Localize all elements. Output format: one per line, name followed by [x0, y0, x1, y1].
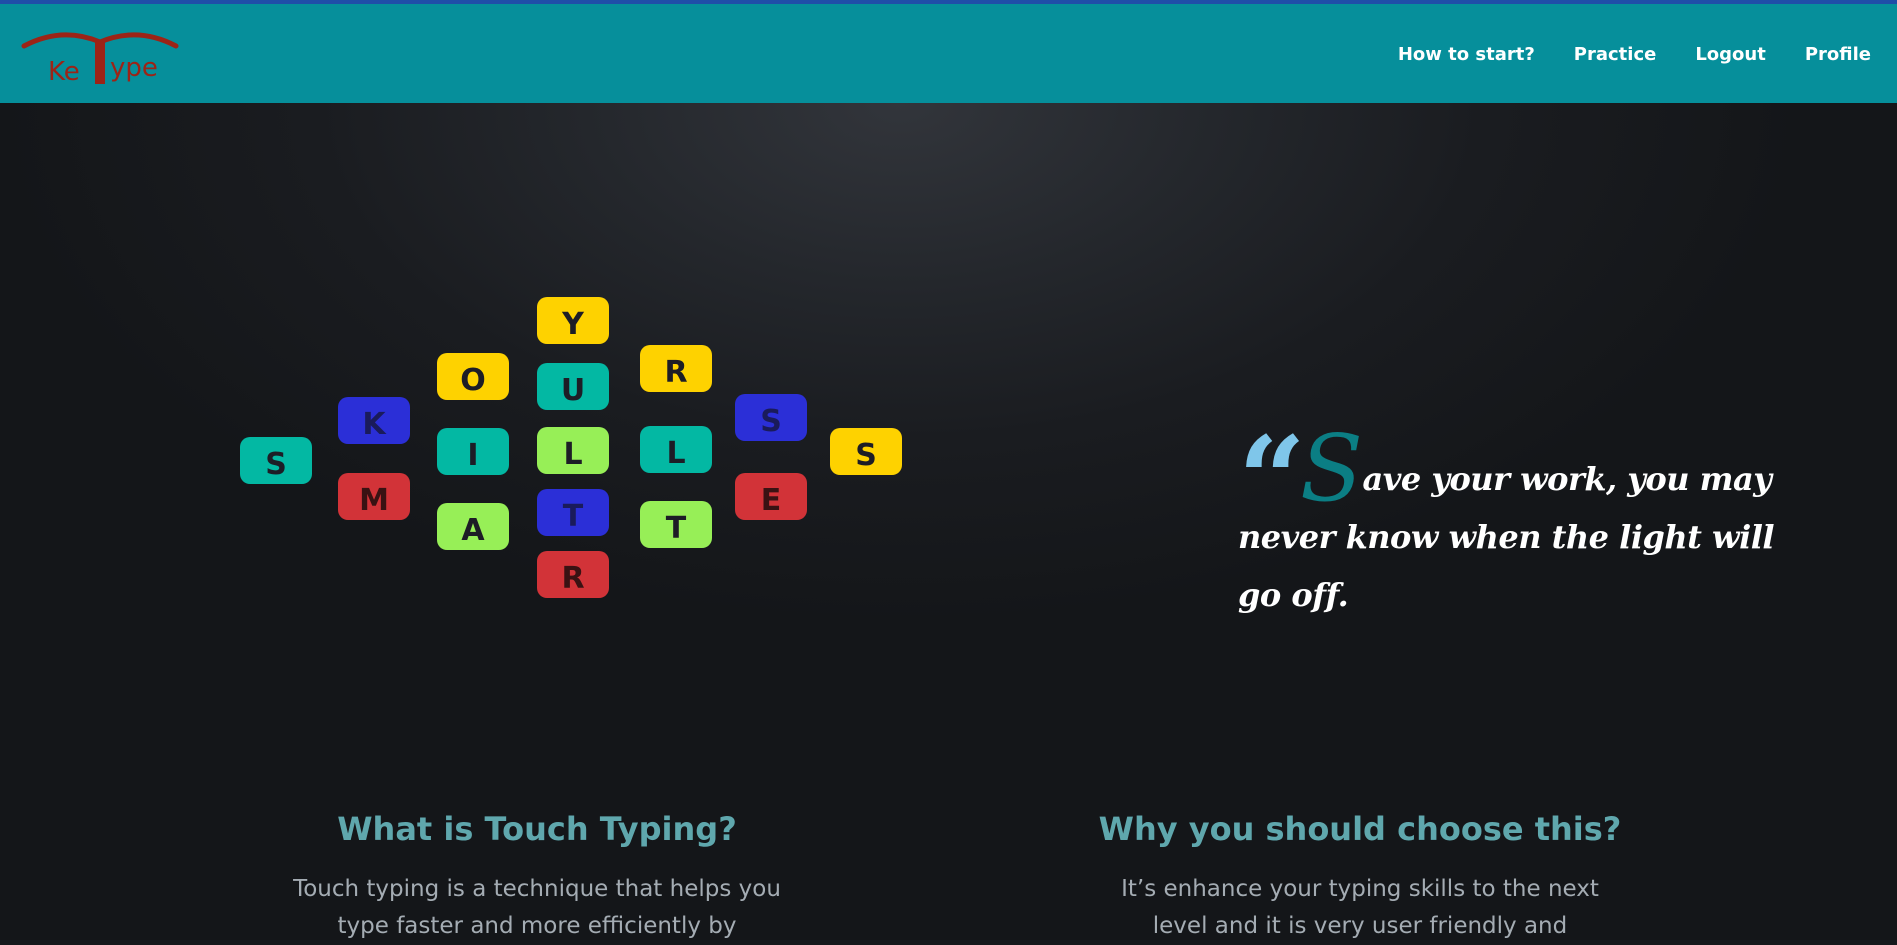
letter-tile: R — [640, 345, 712, 392]
letter-tile: S — [735, 394, 807, 441]
letter-tile: L — [640, 426, 712, 473]
navbar: Ke ype How to start? Practice Logout Pro… — [0, 4, 1897, 103]
section-body-line: Touch typing is a technique that helps y… — [293, 876, 781, 902]
quote-drop-cap: S — [1300, 415, 1363, 522]
logo-text-right: ype — [110, 53, 158, 83]
keytype-logo[interactable]: Ke ype — [20, 28, 180, 98]
letter-tile: E — [735, 473, 807, 520]
nav-how-to-start[interactable]: How to start? — [1398, 44, 1535, 65]
letter-tile: A — [437, 503, 509, 550]
letter-tile: S — [240, 437, 312, 484]
section-body-line: type faster and more efficiently by — [337, 913, 737, 939]
letter-tile: K — [338, 397, 410, 444]
keytype-logo-graphic: Ke ype — [21, 32, 179, 87]
letter-tile: T — [640, 501, 712, 548]
section-title: Why you should choose this? — [1098, 810, 1622, 848]
nav-practice[interactable]: Practice — [1574, 44, 1657, 65]
letter-tile: U — [537, 363, 609, 410]
letter-tile: L — [537, 427, 609, 474]
section-title: What is Touch Typing? — [337, 810, 737, 848]
letter-tile: Y — [537, 297, 609, 344]
main-nav: How to start? Practice Logout Profile — [1359, 44, 1871, 65]
letter-tile: R — [537, 551, 609, 598]
letter-tile: T — [537, 489, 609, 536]
nav-profile[interactable]: Profile — [1805, 44, 1871, 65]
letter-tile: I — [437, 428, 509, 475]
hero-section: S K M O I A Y U L T R R L T S E S “ Save… — [0, 103, 1897, 940]
letter-tile: S — [830, 428, 902, 475]
letter-tile: M — [338, 473, 410, 520]
letter-tile: O — [437, 353, 509, 400]
logo-text-left: Ke — [48, 57, 80, 87]
quote-text: Save your work, you may never know when … — [1238, 423, 1778, 624]
section-body-line: It’s enhance your typing skills to the n… — [1121, 876, 1599, 902]
section-body-line: level and it is very user friendly and — [1152, 913, 1568, 939]
nav-logout[interactable]: Logout — [1695, 44, 1766, 65]
